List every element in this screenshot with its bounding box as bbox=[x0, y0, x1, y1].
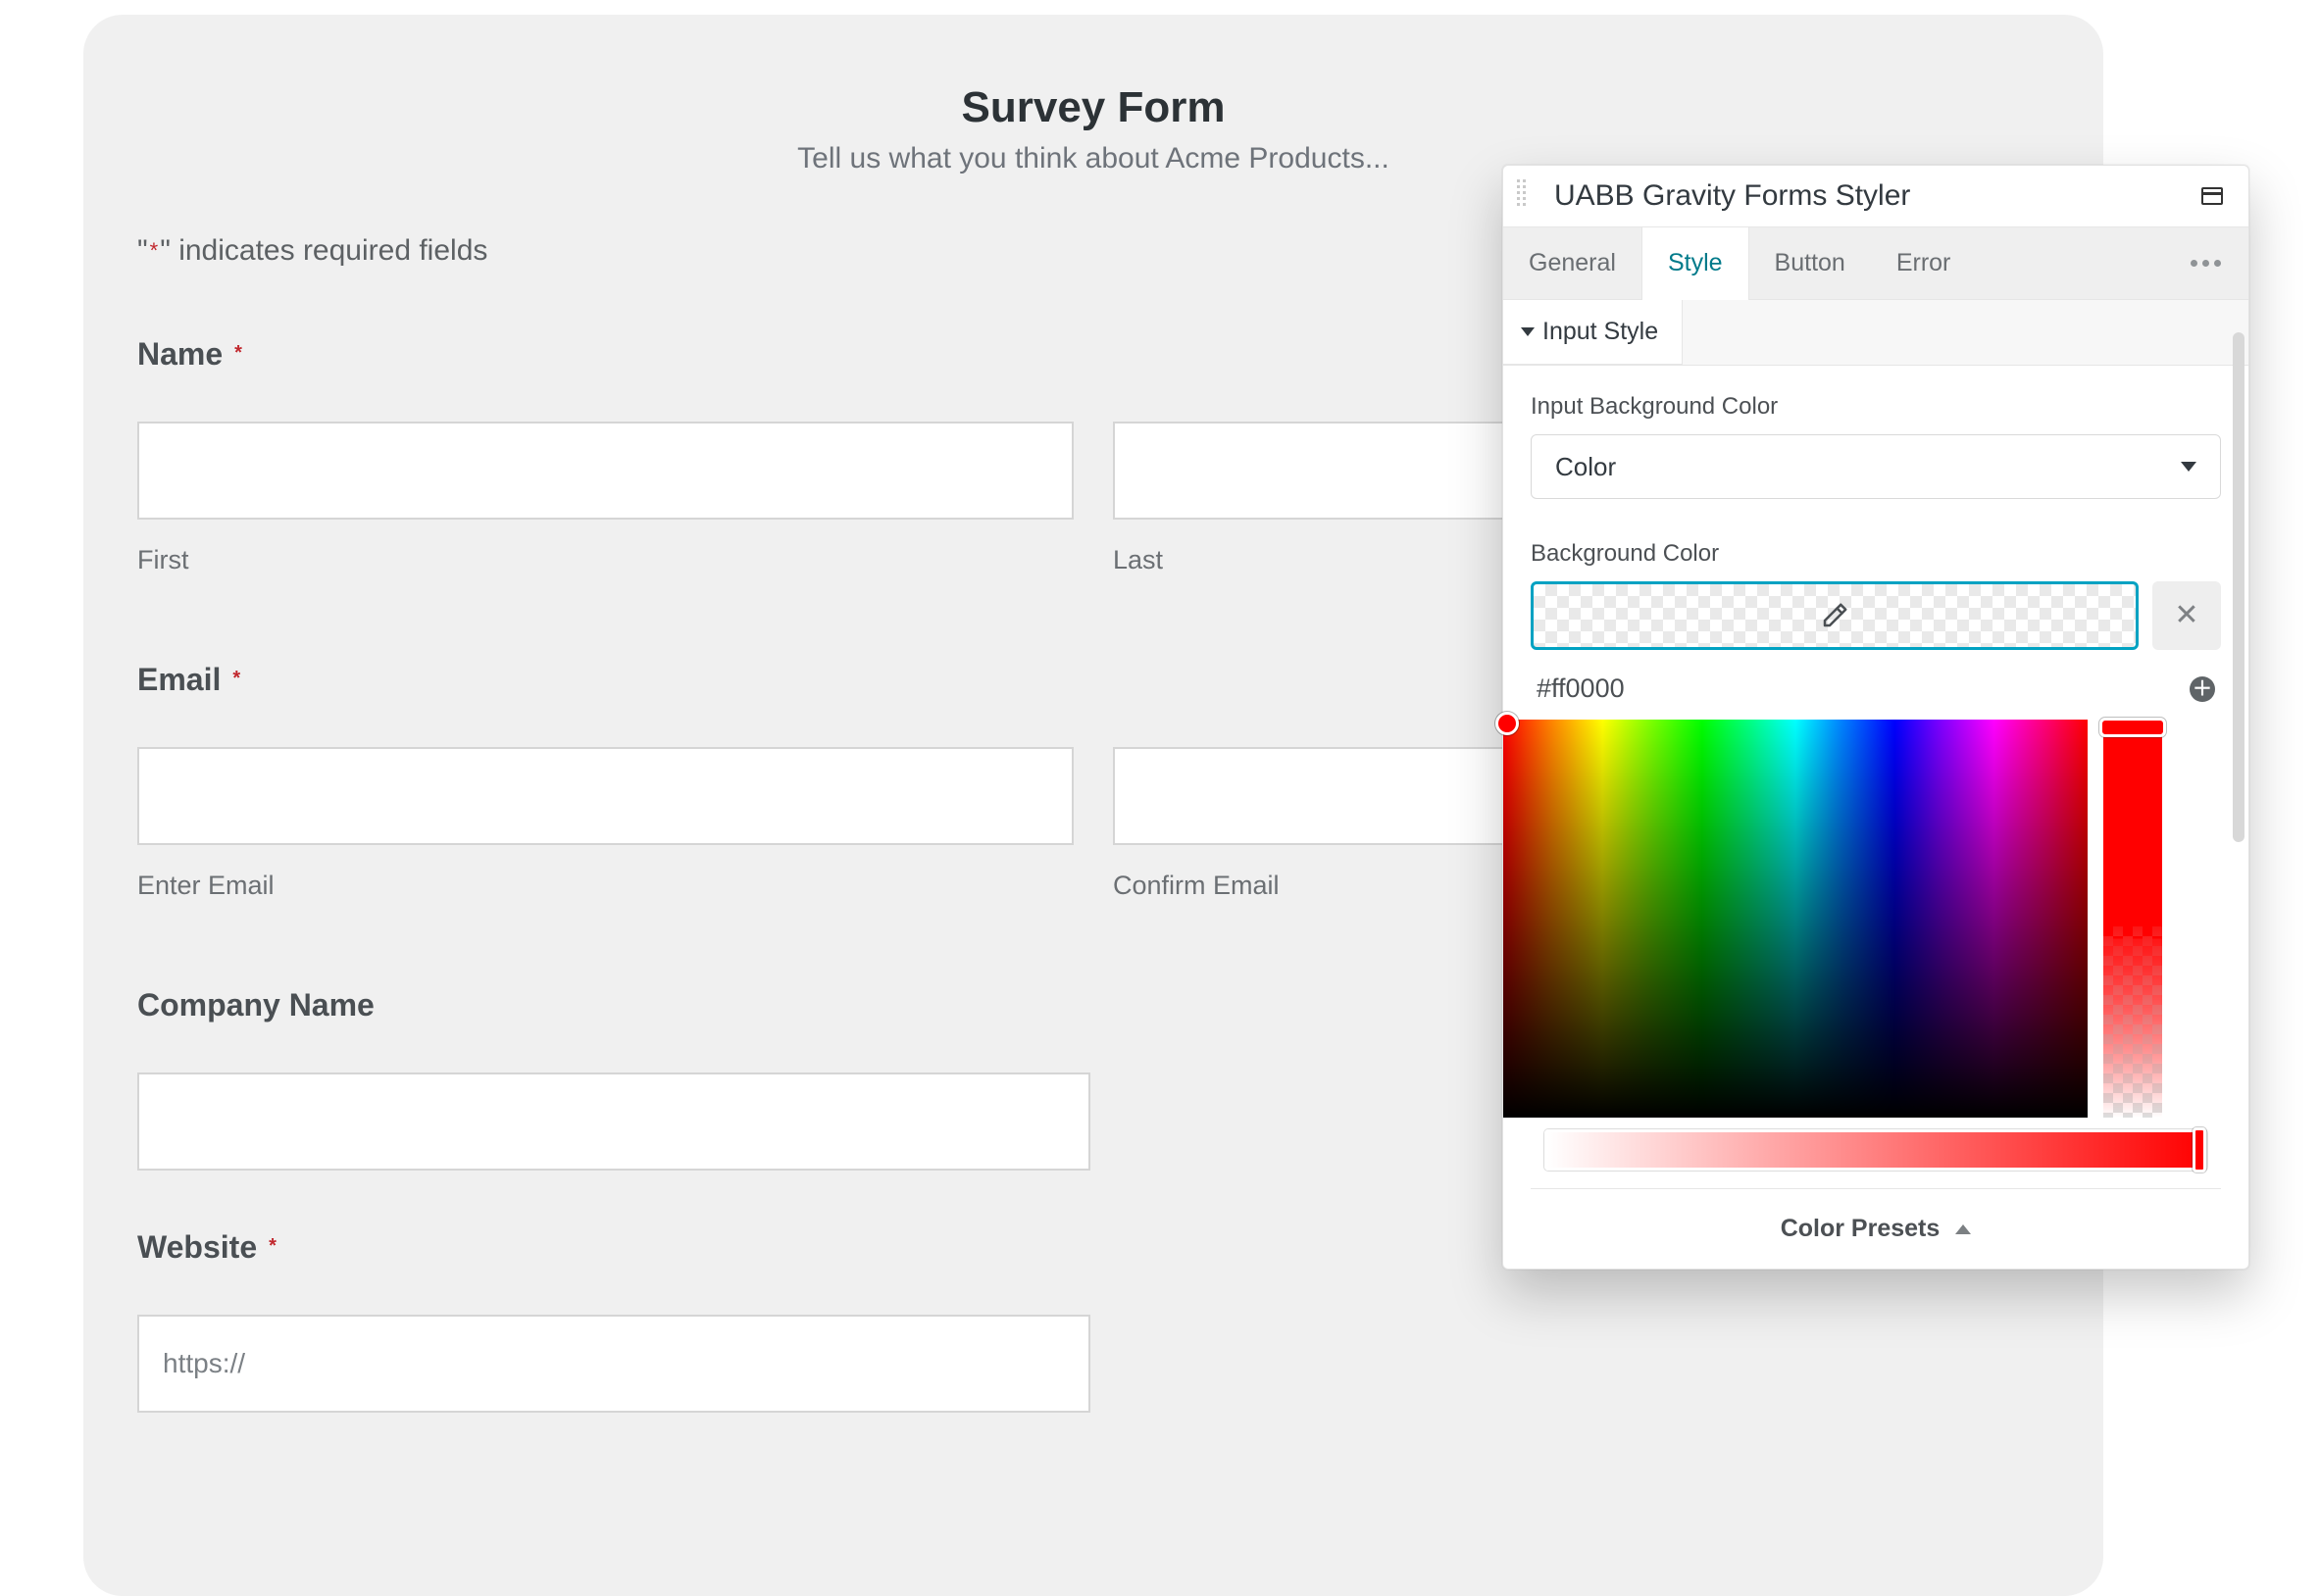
scrollbar[interactable] bbox=[2233, 332, 2244, 842]
sv-thumb[interactable] bbox=[1495, 712, 1519, 735]
select-value: Color bbox=[1555, 452, 1616, 482]
label-text: Email bbox=[137, 662, 221, 697]
required-star-icon: * bbox=[223, 342, 242, 364]
tab-style[interactable]: Style bbox=[1641, 227, 1749, 300]
hue-alpha-column bbox=[2103, 720, 2162, 1118]
label-text: Company Name bbox=[137, 987, 375, 1022]
tab-general[interactable]: General bbox=[1503, 227, 1641, 299]
window-mode-icon[interactable] bbox=[2201, 187, 2223, 205]
saturation-value-canvas[interactable] bbox=[1503, 720, 2088, 1118]
required-star-icon: * bbox=[221, 668, 240, 689]
popover-header: UABB Gravity Forms Styler bbox=[1503, 166, 2248, 227]
enter-email-sublabel: Enter Email bbox=[137, 871, 1074, 901]
quote-open: " bbox=[137, 234, 148, 267]
setting-bg-color-label: Background Color bbox=[1531, 540, 2221, 568]
chevron-down-icon bbox=[2181, 462, 2196, 472]
hue-alpha-slider[interactable] bbox=[2103, 720, 2162, 1118]
section-input-style[interactable]: Input Style bbox=[1503, 300, 1683, 365]
tab-error[interactable]: Error bbox=[1871, 227, 1977, 299]
popover-title: UABB Gravity Forms Styler bbox=[1554, 179, 2201, 213]
add-preset-button[interactable]: ＋ bbox=[2190, 676, 2215, 702]
hue-thumb[interactable] bbox=[2099, 718, 2166, 737]
input-bg-color-type-select[interactable]: Color bbox=[1531, 434, 2221, 499]
required-note-text: " indicates required fields bbox=[160, 234, 487, 267]
drag-handle-icon[interactable] bbox=[1517, 179, 1537, 213]
hex-row: #ff0000 ＋ bbox=[1531, 664, 2221, 720]
hex-value[interactable]: #ff0000 bbox=[1537, 673, 1625, 704]
chevron-down-icon bbox=[1521, 327, 1535, 336]
tint-slider[interactable] bbox=[1544, 1129, 2207, 1171]
first-name-input[interactable] bbox=[137, 422, 1074, 520]
company-name-input[interactable] bbox=[137, 1072, 1090, 1171]
current-color-swatch[interactable] bbox=[1531, 581, 2139, 650]
required-star-icon: * bbox=[257, 1235, 277, 1257]
section-label: Input Style bbox=[1542, 318, 1658, 346]
color-picker bbox=[1503, 720, 2248, 1118]
clear-color-button[interactable]: ✕ bbox=[2152, 581, 2221, 650]
eyedropper-icon bbox=[1820, 601, 1849, 630]
popover-body: Input Background Color Color Background … bbox=[1503, 366, 2248, 1269]
close-icon: ✕ bbox=[2174, 601, 2198, 630]
label-text: Name bbox=[137, 336, 223, 372]
setting-input-bg-color-label: Input Background Color bbox=[1531, 393, 2221, 421]
popover-tabs: General Style Button Error bbox=[1503, 227, 2248, 300]
styler-popover: UABB Gravity Forms Styler General Style … bbox=[1502, 165, 2249, 1270]
label-text: Website bbox=[137, 1229, 257, 1265]
color-presets-toggle[interactable]: Color Presets bbox=[1531, 1188, 2221, 1269]
presets-label: Color Presets bbox=[1781, 1215, 1941, 1243]
chevron-up-icon bbox=[1955, 1224, 1971, 1234]
asterisk-icon: * bbox=[148, 238, 161, 263]
first-name-sublabel: First bbox=[137, 545, 1074, 575]
tab-more-icon[interactable] bbox=[2163, 260, 2248, 267]
website-input[interactable] bbox=[137, 1315, 1090, 1413]
tab-button[interactable]: Button bbox=[1749, 227, 1871, 299]
enter-email-input[interactable] bbox=[137, 747, 1074, 845]
tint-thumb[interactable] bbox=[2193, 1127, 2206, 1172]
section-bar: Input Style bbox=[1503, 300, 2248, 366]
form-title: Survey Form bbox=[137, 83, 2049, 132]
